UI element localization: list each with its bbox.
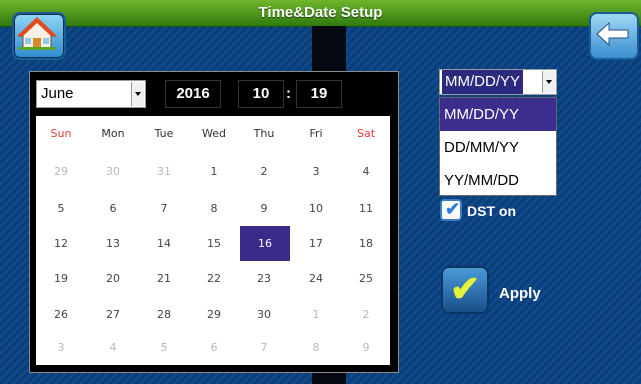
apply-label[interactable]: Apply bbox=[499, 285, 541, 302]
date-format-option-ddmmyy[interactable]: DD/MM/YY bbox=[440, 131, 556, 164]
calendar-day[interactable]: 10 bbox=[297, 191, 335, 226]
hour-field[interactable]: 10 bbox=[238, 80, 284, 108]
weekday-wed: Wed bbox=[202, 127, 226, 140]
calendar-week-row: 12 13 14 15 16 17 18 bbox=[36, 226, 390, 261]
calendar-day[interactable]: 19 bbox=[42, 261, 80, 296]
calendar-day[interactable]: 9 bbox=[347, 330, 385, 365]
calendar-day[interactable]: 29 bbox=[195, 297, 233, 332]
weekday-thu: Thu bbox=[253, 127, 275, 140]
calendar-day[interactable]: 25 bbox=[347, 261, 385, 296]
calendar-day[interactable]: 1 bbox=[297, 297, 335, 332]
calendar-day-selected[interactable]: 16 bbox=[240, 226, 290, 261]
date-format-option-yymmdd[interactable]: YY/MM/DD bbox=[440, 164, 556, 197]
weekday-sun: Sun bbox=[50, 127, 72, 140]
minute-field[interactable]: 19 bbox=[296, 80, 342, 108]
weekday-mon: Mon bbox=[101, 127, 125, 140]
calendar-day[interactable]: 23 bbox=[245, 261, 283, 296]
calendar-day[interactable]: 30 bbox=[245, 297, 283, 332]
calendar-day[interactable]: 29 bbox=[42, 154, 80, 189]
apply-button[interactable]: ✔ bbox=[441, 266, 489, 314]
calendar-week-row: 26 27 28 29 30 1 2 bbox=[36, 297, 390, 332]
calendar-week-row: 3 4 5 6 7 8 9 bbox=[36, 330, 390, 365]
calendar-day[interactable]: 5 bbox=[42, 191, 80, 226]
calendar-day[interactable]: 28 bbox=[145, 297, 183, 332]
chevron-down-icon bbox=[546, 80, 552, 84]
calendar-day[interactable]: 6 bbox=[195, 330, 233, 365]
calendar-day[interactable]: 20 bbox=[94, 261, 132, 296]
date-format-value: MM/DD/YY bbox=[442, 70, 523, 94]
chevron-down-icon bbox=[135, 92, 141, 96]
home-button[interactable] bbox=[12, 12, 66, 60]
calendar-day[interactable]: 30 bbox=[94, 154, 132, 189]
calendar-day[interactable]: 3 bbox=[297, 154, 335, 189]
calendar-day[interactable]: 3 bbox=[42, 330, 80, 365]
calendar-day[interactable]: 8 bbox=[195, 191, 233, 226]
check-icon: ✔ bbox=[445, 199, 461, 219]
calendar-week-row: 5 6 7 8 9 10 11 bbox=[36, 191, 390, 226]
weekday-sat: Sat bbox=[356, 127, 376, 140]
calendar-day[interactable]: 4 bbox=[347, 154, 385, 189]
calendar-day[interactable]: 18 bbox=[347, 226, 385, 261]
dst-checkbox[interactable]: ✔ bbox=[440, 199, 462, 221]
calendar-day[interactable]: 7 bbox=[145, 191, 183, 226]
weekday-header: Sun Mon Tue Wed Thu Fri Sat bbox=[36, 116, 390, 151]
calendar-day[interactable]: 12 bbox=[42, 226, 80, 261]
date-format-dropdown[interactable]: MM/DD/YY bbox=[439, 69, 557, 95]
calendar-day[interactable]: 22 bbox=[195, 261, 233, 296]
window-title: Time&Date Setup bbox=[258, 4, 383, 21]
calendar-day[interactable]: 21 bbox=[145, 261, 183, 296]
date-format-option-mmddyy[interactable]: MM/DD/YY bbox=[440, 98, 556, 131]
weekday-tue: Tue bbox=[154, 127, 174, 140]
month-dropdown-arrow[interactable] bbox=[131, 82, 144, 106]
calendar-week-row: 19 20 21 22 23 24 25 bbox=[36, 261, 390, 296]
date-format-options: MM/DD/YY DD/MM/YY YY/MM/DD bbox=[439, 97, 557, 196]
time-separator: : bbox=[286, 85, 291, 102]
calendar-day[interactable]: 9 bbox=[245, 191, 283, 226]
calendar-day[interactable]: 11 bbox=[347, 191, 385, 226]
calendar-day[interactable]: 4 bbox=[94, 330, 132, 365]
calendar-day[interactable]: 2 bbox=[245, 154, 283, 189]
date-format-dropdown-arrow[interactable] bbox=[542, 71, 555, 93]
back-button[interactable] bbox=[589, 12, 639, 60]
check-icon: ✔ bbox=[450, 268, 481, 309]
calendar-day[interactable]: 5 bbox=[145, 330, 183, 365]
calendar-day[interactable]: 24 bbox=[297, 261, 335, 296]
calendar-grid: Sun Mon Tue Wed Thu Fri Sat 29 30 31 1 2… bbox=[36, 116, 390, 365]
calendar-day[interactable]: 7 bbox=[245, 330, 283, 365]
back-arrow-icon bbox=[596, 21, 629, 47]
calendar-day[interactable]: 14 bbox=[145, 226, 183, 261]
year-field[interactable]: 2016 bbox=[165, 80, 221, 108]
calendar-day[interactable]: 27 bbox=[94, 297, 132, 332]
dst-label: DST on bbox=[467, 203, 516, 219]
calendar-day[interactable]: 17 bbox=[297, 226, 335, 261]
calendar-day[interactable]: 1 bbox=[195, 154, 233, 189]
month-dropdown[interactable]: June bbox=[36, 80, 146, 108]
calendar-day[interactable]: 2 bbox=[347, 297, 385, 332]
home-icon bbox=[17, 17, 57, 50]
calendar-day[interactable]: 13 bbox=[94, 226, 132, 261]
month-value: June bbox=[41, 85, 74, 102]
calendar-day[interactable]: 8 bbox=[297, 330, 335, 365]
weekday-fri: Fri bbox=[309, 127, 323, 140]
calendar-day[interactable]: 6 bbox=[94, 191, 132, 226]
calendar-day[interactable]: 31 bbox=[145, 154, 183, 189]
calendar-day[interactable]: 15 bbox=[195, 226, 233, 261]
calendar-day[interactable]: 26 bbox=[42, 297, 80, 332]
calendar-week-row: 29 30 31 1 2 3 4 bbox=[36, 154, 390, 189]
